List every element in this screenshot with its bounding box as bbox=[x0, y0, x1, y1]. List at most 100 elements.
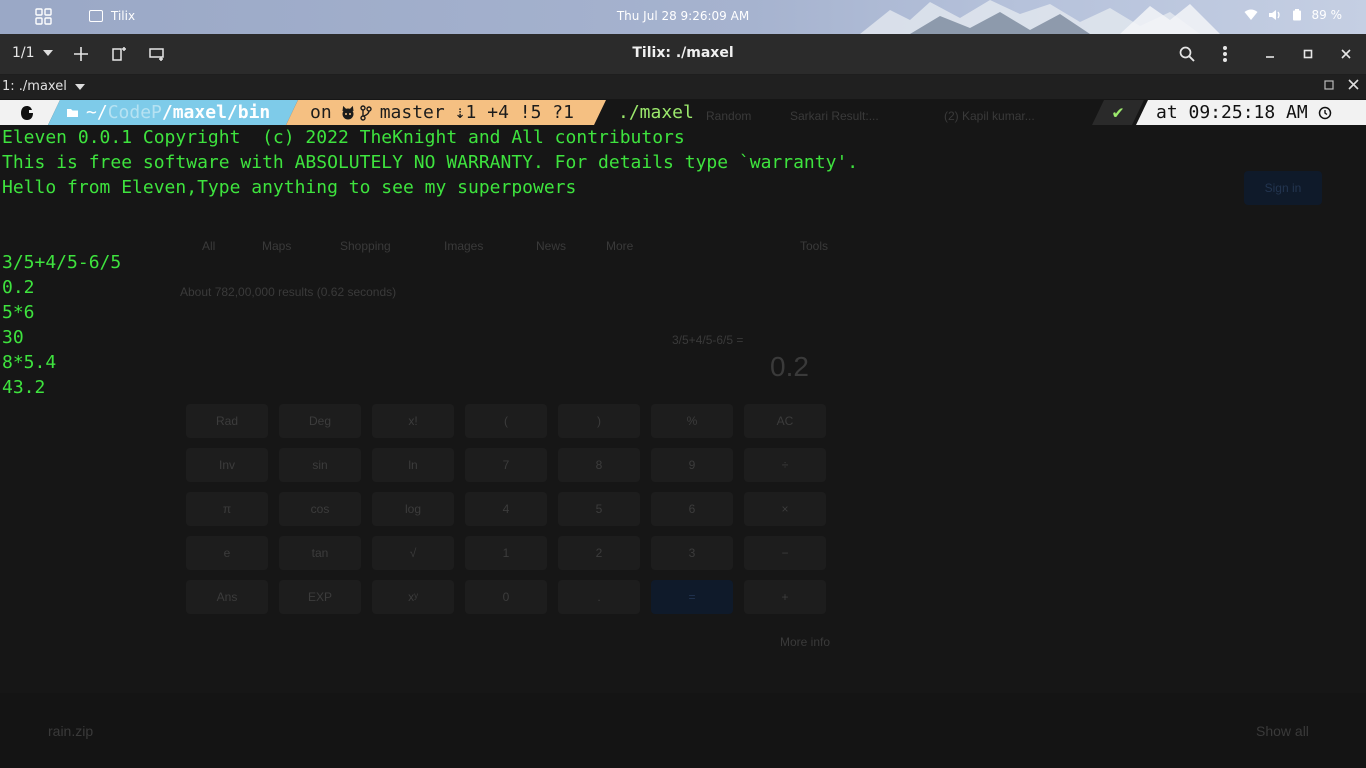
maximize-button[interactable] bbox=[1297, 43, 1319, 65]
terminal-view[interactable]: Random Sarkari Result:... (2) Kapil kuma… bbox=[0, 99, 1366, 768]
folder-open-icon bbox=[66, 107, 80, 119]
ghost-calc-key: Ans bbox=[186, 580, 268, 614]
prompt-time-segment: at 09:25:18 AM bbox=[1136, 100, 1366, 125]
ghost-calc-key: 4 bbox=[465, 492, 547, 526]
ghost-calc-answer: 0.2 bbox=[770, 351, 809, 382]
ghost-calc-key: e bbox=[186, 536, 268, 570]
git-branch-icon bbox=[360, 105, 372, 121]
ghost-search-tab-shopping: Shopping bbox=[340, 239, 391, 253]
tilix-titlebar: 1/1 Tilix: ./maxel bbox=[0, 34, 1366, 75]
ghost-calc-key: √ bbox=[372, 536, 454, 570]
ghost-search-tab-all: All bbox=[202, 239, 216, 253]
close-button[interactable] bbox=[1335, 43, 1357, 65]
window-title: Tilix: ./maxel bbox=[632, 45, 734, 61]
ghost-calc-key: 0 bbox=[465, 580, 547, 614]
prompt-status-ok: ✔ bbox=[1092, 100, 1144, 125]
panel-clock[interactable]: Thu Jul 28 9:26:09 AM bbox=[0, 9, 1366, 23]
search-icon bbox=[1179, 46, 1195, 62]
terminal-header: 1: ./maxel bbox=[0, 75, 1366, 99]
output-line: 30 bbox=[2, 327, 24, 348]
prompt-dir-segment: ~/CodeP / maxel / bin bbox=[48, 100, 298, 125]
minimize-button[interactable] bbox=[1259, 43, 1281, 65]
prompt-git-segment: on master ⇣1 +4 !5 ?1 bbox=[286, 100, 606, 125]
ghost-calc-key: ( bbox=[465, 404, 547, 438]
ghost-calc-key: EXP bbox=[279, 580, 361, 614]
minimize-icon bbox=[1266, 56, 1274, 58]
git-status: ⇣1 +4 !5 ?1 bbox=[454, 102, 574, 123]
github-icon bbox=[340, 106, 356, 120]
terminal-maximize-button[interactable] bbox=[1324, 79, 1334, 94]
ghost-calc-key: 9 bbox=[651, 448, 733, 482]
ghost-calc-key: 1 bbox=[465, 536, 547, 570]
terminal-title: 1: ./maxel bbox=[2, 79, 67, 94]
output-line: 43.2 bbox=[2, 377, 46, 398]
ghost-search-tab-news: News bbox=[536, 239, 567, 253]
system-panel: Tilix Thu Jul 28 9:26:09 AM 89 % bbox=[0, 0, 1366, 34]
ghost-calc-key: AC bbox=[744, 404, 826, 438]
output-line: This is free software with ABSOLUTELY NO… bbox=[2, 152, 859, 173]
ghost-calc-key: % bbox=[651, 404, 733, 438]
ghost-calc-key: ln bbox=[372, 448, 454, 482]
system-tray[interactable]: 89 % bbox=[1244, 8, 1343, 22]
output-line: 8*5.4 bbox=[2, 352, 57, 373]
ghost-calc-key: 5 bbox=[558, 492, 640, 526]
ghost-calc-key: . bbox=[558, 580, 640, 614]
ghost-calc-key: xʸ bbox=[372, 580, 454, 614]
ghost-calc-key: = bbox=[651, 580, 733, 614]
dir-bin: bin bbox=[237, 102, 271, 123]
ghost-search-tab-maps: Maps bbox=[262, 239, 292, 253]
terminal-title-menu[interactable]: 1: ./maxel bbox=[2, 79, 85, 94]
ghost-calc-key: 3 bbox=[651, 536, 733, 570]
ghost-calc-key: 8 bbox=[558, 448, 640, 482]
maximize-icon bbox=[1303, 49, 1313, 59]
ghost-calc-key: + bbox=[744, 580, 826, 614]
ghost-calc-key: log bbox=[372, 492, 454, 526]
dir-maxel: maxel bbox=[172, 102, 227, 123]
ghost-calc-key: ÷ bbox=[744, 448, 826, 482]
ghost-calc-key: cos bbox=[279, 492, 361, 526]
clock-icon bbox=[1318, 106, 1331, 119]
output-line: 5*6 bbox=[2, 302, 35, 323]
maximize-icon bbox=[1324, 80, 1334, 90]
chevron-down-icon bbox=[74, 83, 85, 90]
os-logo-icon bbox=[20, 105, 34, 121]
find-button[interactable] bbox=[1176, 43, 1198, 65]
ghost-calc-expression: 3/5+4/5-6/5 = bbox=[672, 333, 744, 347]
dir-faded: CodeP bbox=[107, 102, 162, 123]
dir-home: ~/ bbox=[86, 102, 108, 123]
output-line: 3/5+4/5-6/5 bbox=[2, 252, 122, 273]
ghost-calc-key: ) bbox=[558, 404, 640, 438]
ghost-download-bar: rain.zip Show all bbox=[0, 693, 1366, 768]
ghost-calc-key: Deg bbox=[279, 404, 361, 438]
close-icon bbox=[1341, 49, 1351, 59]
ghost-calc-key: 7 bbox=[465, 448, 547, 482]
ghost-download-file: rain.zip bbox=[48, 723, 94, 739]
ghost-search-tab-more: More bbox=[606, 239, 634, 253]
wifi-icon bbox=[1244, 9, 1257, 20]
dir-sep2: / bbox=[226, 102, 238, 123]
output-line: Hello from Eleven,Type anything to see m… bbox=[2, 177, 577, 198]
ghost-show-all: Show all bbox=[1256, 723, 1309, 739]
menu-button[interactable] bbox=[1214, 43, 1236, 65]
close-icon bbox=[1348, 79, 1359, 90]
prompt-time: at 09:25:18 AM bbox=[1156, 102, 1308, 123]
ghost-calc-key: Inv bbox=[186, 448, 268, 482]
prompt-command: ./maxel bbox=[618, 102, 694, 123]
dir-sep1: / bbox=[161, 102, 173, 123]
ghost-calc-key: Rad bbox=[186, 404, 268, 438]
volume-icon bbox=[1268, 10, 1280, 20]
ghost-calc-key: tan bbox=[279, 536, 361, 570]
ghost-sign-in: Sign in bbox=[1244, 171, 1322, 205]
ghost-more-info: More info bbox=[780, 635, 831, 649]
battery-percent: 89 % bbox=[1311, 8, 1343, 22]
ghost-calc-key: 6 bbox=[651, 492, 733, 526]
ghost-calc-key: π bbox=[186, 492, 268, 526]
ghost-calc-key: sin bbox=[279, 448, 361, 482]
output-line: Eleven 0.0.1 Copyright (c) 2022 TheKnigh… bbox=[2, 127, 685, 148]
shell-prompt: ~/CodeP / maxel / bin on master ⇣1 +4 !5 ?1 … bbox=[0, 100, 1366, 125]
terminal-close-button[interactable] bbox=[1348, 79, 1359, 94]
ghost-calc-key: x! bbox=[372, 404, 454, 438]
ghost-results-count: About 782,00,000 results (0.62 seconds) bbox=[180, 285, 397, 299]
git-on-label: on bbox=[310, 102, 332, 123]
ghost-calc-key: × bbox=[744, 492, 826, 526]
